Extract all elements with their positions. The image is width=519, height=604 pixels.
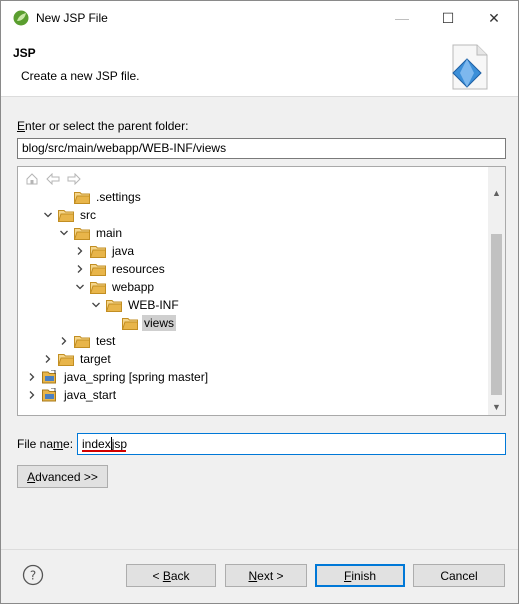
project-icon [42, 369, 58, 384]
tree-item-resources[interactable]: resources [74, 260, 167, 278]
scroll-up-icon[interactable]: ▲ [488, 184, 505, 201]
tree-item-java-spring-spring-master[interactable]: java_spring [spring master] [26, 368, 210, 386]
svg-text:?: ? [30, 569, 36, 583]
chevron-right-icon[interactable] [58, 335, 70, 347]
title-bar: New JSP File — ☐ ✕ [1, 1, 518, 35]
folder-icon [73, 335, 90, 348]
chevron-right-icon[interactable] [74, 245, 86, 257]
maximize-button[interactable]: ☐ [425, 1, 471, 35]
tree-item-src[interactable]: src [42, 206, 98, 224]
close-button[interactable]: ✕ [471, 1, 517, 35]
help-icon[interactable]: ? [22, 564, 44, 586]
advanced-button[interactable]: Advanced >> [17, 465, 108, 488]
next-button[interactable]: Next > [225, 564, 307, 587]
footer-separator [1, 549, 518, 550]
tree-item-test[interactable]: test [58, 332, 117, 350]
folder-icon [105, 299, 122, 312]
chevron-down-icon[interactable] [58, 227, 70, 239]
tree-scrollbar[interactable]: ▲ ▼ [488, 167, 505, 415]
file-name-input[interactable]: indexjsp [77, 433, 506, 455]
tree-item-label: java_spring [spring master] [64, 370, 209, 384]
folder-icon [57, 353, 74, 366]
tree-item-label: src [80, 208, 96, 222]
scroll-down-icon[interactable]: ▼ [488, 398, 505, 415]
scrollbar-thumb[interactable] [491, 234, 502, 395]
wizard-banner: JSP Create a new JSP file. [1, 35, 518, 97]
tree-item-label: views [142, 315, 177, 331]
tree-toolbar [24, 171, 82, 189]
wizard-title: JSP [13, 46, 36, 60]
file-name-value-start: index [82, 437, 111, 451]
tree-item-label: java_start [64, 388, 117, 402]
back-arrow-icon[interactable] [45, 171, 61, 187]
new-jsp-file-dialog: New JSP File — ☐ ✕ JSP Create a new JSP … [0, 0, 519, 604]
forward-arrow-icon[interactable] [66, 171, 82, 187]
tree-item-label: target [80, 352, 111, 366]
tree-item-label: resources [112, 262, 165, 276]
folder-icon [121, 317, 138, 330]
window-title: New JSP File [36, 11, 108, 25]
folder-icon [89, 281, 106, 294]
minimize-button[interactable]: — [379, 1, 425, 35]
file-name-label: File name: [17, 437, 74, 451]
project-icon [42, 387, 58, 402]
folder-icon [73, 191, 90, 204]
tree-item-webapp[interactable]: webapp [74, 278, 156, 296]
chevron-down-icon[interactable] [74, 281, 86, 293]
folder-tree[interactable]: .settings src main java resources webapp WEB-I… [17, 166, 506, 416]
tree-item-label: test [96, 334, 116, 348]
tree-item-target[interactable]: target [42, 350, 113, 368]
jsp-file-wizard-icon [452, 44, 488, 90]
finish-button[interactable]: Finish [315, 564, 405, 587]
tree-item-label: java [112, 244, 135, 258]
chevron-right-icon[interactable] [26, 389, 38, 401]
folder-icon [89, 263, 106, 276]
chevron-right-icon[interactable] [26, 371, 38, 383]
file-name-value-end: jsp [111, 437, 128, 451]
tree-item-settings[interactable]: .settings [58, 188, 143, 206]
tree-item-label: .settings [96, 190, 141, 204]
chevron-right-icon[interactable] [42, 353, 54, 365]
spellcheck-underline [82, 450, 126, 452]
tree-item-views[interactable]: views [106, 314, 177, 332]
tree-item-main[interactable]: main [58, 224, 124, 242]
folder-icon [73, 227, 90, 240]
chevron-right-icon[interactable] [74, 263, 86, 275]
tree-item-java[interactable]: java [74, 242, 136, 260]
tree-item-label: webapp [112, 280, 155, 294]
folder-icon [57, 209, 74, 222]
folder-icon [89, 245, 106, 258]
spring-tool-suite-icon [13, 10, 29, 26]
chevron-down-icon[interactable] [90, 299, 102, 311]
cancel-button[interactable]: Cancel [413, 564, 505, 587]
parent-folder-label: Enter or select the parent folder: [17, 119, 189, 133]
tree-item-java-start[interactable]: java_start [26, 386, 118, 404]
home-icon[interactable] [24, 171, 40, 187]
tree-item-label: main [96, 226, 123, 240]
tree-item-web-inf[interactable]: WEB-INF [90, 296, 181, 314]
parent-folder-input[interactable]: blog/src/main/webapp/WEB-INF/views [17, 138, 506, 159]
tree-item-label: WEB-INF [128, 298, 179, 312]
wizard-description: Create a new JSP file. [21, 69, 140, 83]
chevron-down-icon[interactable] [42, 209, 54, 221]
back-button[interactable]: < Back [126, 564, 216, 587]
